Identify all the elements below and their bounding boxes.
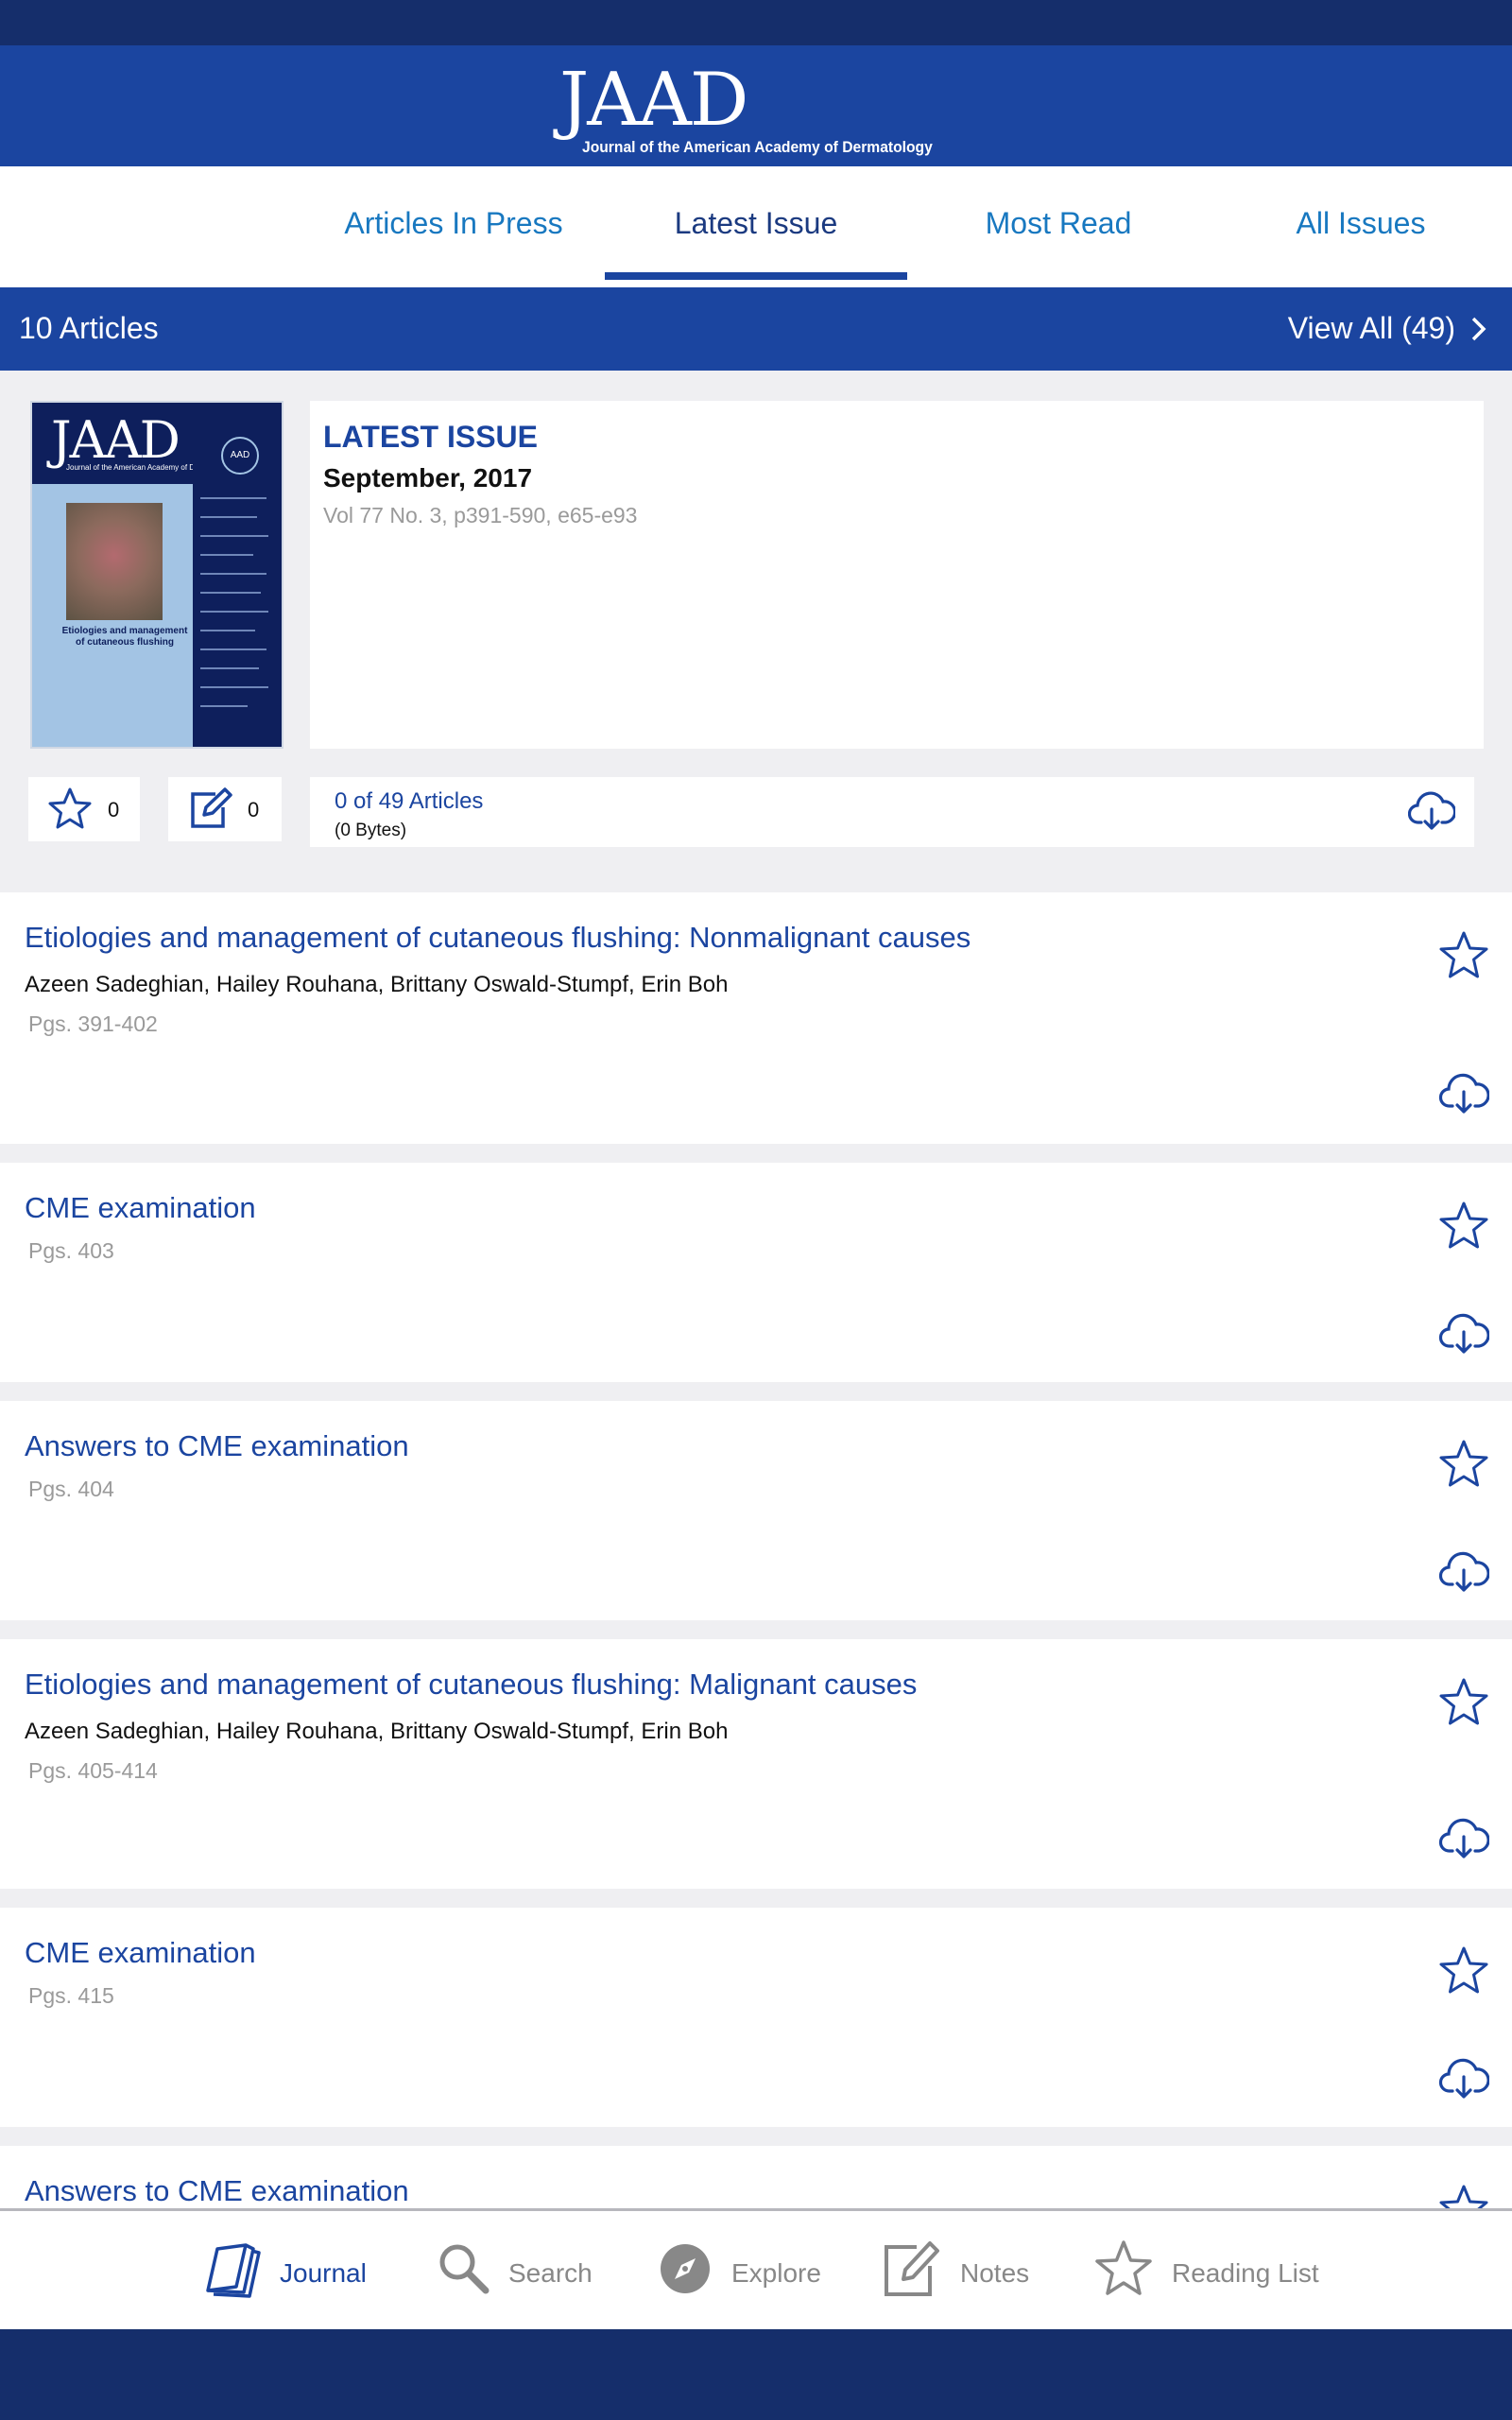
journal-icon [206,2243,261,2298]
star-icon[interactable] [1438,1677,1489,1728]
nav-search[interactable]: Search [435,2230,595,2306]
journal-logo: JAAD Journal of the American Academy of … [559,62,956,157]
article-item[interactable]: Answers to CME examination [0,2146,1512,2212]
notes-count-button[interactable]: 0 [168,777,282,841]
article-title[interactable]: Answers to CME examination [25,2174,409,2208]
favorites-count: 0 [108,798,120,821]
article-title[interactable]: CME examination [25,1936,256,1970]
articles-subheader: 10 Articles View All (49) [0,287,1512,371]
star-icon[interactable] [1438,1201,1489,1252]
favorites-count-button[interactable]: 0 [28,777,140,841]
tab-latest-issue[interactable]: Latest Issue [605,166,907,287]
tab-most-read[interactable]: Most Read [907,166,1210,287]
article-authors: Azeen Sadeghian, Hailey Rouhana, Brittan… [25,1719,729,1744]
nav-label: Explore [731,2258,821,2288]
edit-note-icon [191,787,232,828]
nav-explore[interactable]: Explore [656,2230,826,2306]
article-title[interactable]: Answers to CME examination [25,1429,409,1463]
view-all-button[interactable]: View All (49) [1288,311,1455,346]
article-item[interactable]: CME examination Pgs. 403 [0,1163,1512,1382]
cloud-download-icon[interactable] [1438,1312,1489,1356]
issue-cover-image[interactable]: JAAD Journal of the American Academy of … [30,401,284,749]
nav-label: Reading List [1172,2258,1319,2288]
notes-count: 0 [248,798,260,821]
issue-summary: JAAD Journal of the American Academy of … [0,371,1512,892]
article-title[interactable]: Etiologies and management of cutaneous f… [25,921,971,955]
cover-photo [66,503,163,620]
article-item[interactable]: Etiologies and management of cutaneous f… [0,892,1512,1144]
cloud-download-icon[interactable] [1438,1817,1489,1860]
article-item[interactable]: Answers to CME examination Pgs. 404 [0,1401,1512,1620]
logo-mark: JAAD [559,58,748,143]
download-issue-bar[interactable]: 0 of 49 Articles (0 Bytes) [310,777,1474,847]
cover-seal: AAD [221,437,259,475]
article-title[interactable]: Etiologies and management of cutaneous f… [25,1668,917,1702]
cloud-download-icon[interactable] [1438,1072,1489,1115]
issue-tabs: Articles In Press Latest Issue Most Read… [0,166,1512,287]
nav-label: Journal [280,2258,367,2288]
issue-label: LATEST ISSUE [323,420,538,454]
bottom-navigation: Journal Search Explore Notes Reading Lis… [0,2208,1512,2329]
article-title[interactable]: CME examination [25,1191,256,1225]
nav-label: Notes [960,2258,1030,2288]
system-nav-bar [0,2329,1512,2420]
cover-title: Etiologies and management of cutaneous f… [61,626,188,648]
issue-info-card[interactable]: LATEST ISSUE September, 2017 Vol 77 No. … [310,401,1484,749]
article-pages: Pgs. 404 [28,1477,114,1501]
nav-reading-list[interactable]: Reading List [1094,2230,1321,2306]
article-item[interactable]: Etiologies and management of cutaneous f… [0,1639,1512,1889]
cloud-download-icon[interactable] [1438,1550,1489,1594]
article-item[interactable]: CME examination Pgs. 415 [0,1908,1512,2127]
article-pages: Pgs. 405-414 [28,1758,158,1783]
star-icon[interactable] [1438,930,1489,981]
star-icon[interactable] [1438,1439,1489,1490]
downloaded-articles: 0 of 49 Articles [335,788,484,814]
article-pages: Pgs. 415 [28,1983,114,2008]
compass-icon [661,2244,710,2293]
tab-all-issues[interactable]: All Issues [1210,166,1512,287]
article-pages: Pgs. 403 [28,1238,114,1263]
article-authors: Azeen Sadeghian, Hailey Rouhana, Brittan… [25,972,729,997]
notes-icon [885,2241,939,2296]
tab-articles-in-press[interactable]: Articles In Press [302,166,605,287]
star-icon [1095,2240,1152,2295]
status-bar [0,0,1512,45]
downloaded-bytes: (0 Bytes) [335,821,407,840]
nav-label: Search [508,2258,593,2288]
cloud-download-icon[interactable] [1408,790,1455,832]
search-icon [439,2244,490,2294]
star-icon[interactable] [1438,1945,1489,1996]
chevron-right-icon[interactable] [1465,316,1491,342]
nav-journal[interactable]: Journal [204,2230,384,2306]
issue-date: September, 2017 [323,463,533,493]
logo-subtitle: Journal of the American Academy of Derma… [582,138,933,156]
star-icon [48,787,92,829]
article-count: 10 Articles [19,311,159,345]
cloud-download-icon[interactable] [1438,2057,1489,2100]
issue-volume: Vol 77 No. 3, p391-590, e65-e93 [323,503,638,527]
app-header: JAAD Journal of the American Academy of … [0,45,1512,166]
cover-logo: JAAD [51,410,180,470]
nav-notes[interactable]: Notes [883,2230,1043,2306]
article-pages: Pgs. 391-402 [28,1011,158,1036]
